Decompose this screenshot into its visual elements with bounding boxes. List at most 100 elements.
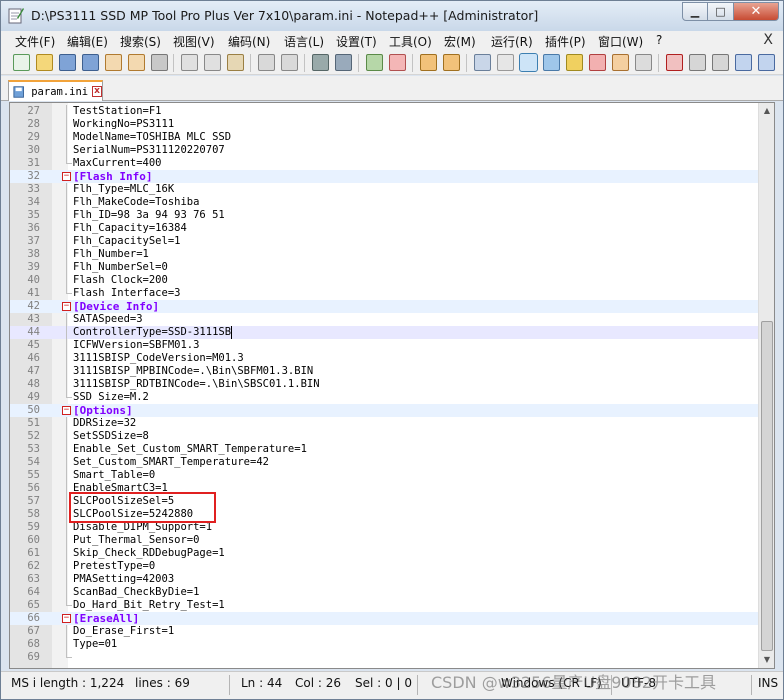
- sync-horizontal-icon[interactable]: [443, 54, 460, 71]
- close-file-icon[interactable]: [105, 54, 122, 71]
- paste-icon[interactable]: [227, 54, 244, 71]
- save-icon[interactable]: [59, 54, 76, 71]
- code-line[interactable]: 28 WorkingNo=PS3111: [10, 118, 760, 131]
- code-line[interactable]: 60 Put_Thermal_Sensor=0: [10, 534, 760, 547]
- code-line[interactable]: 27 TestStation=F1: [10, 105, 760, 118]
- code-line[interactable]: 53 Enable_Set_Custom_SMART_Temperature=1: [10, 443, 760, 456]
- play-macro-icon[interactable]: [712, 54, 729, 71]
- show-all-chars-icon[interactable]: [497, 54, 514, 71]
- close-document-x[interactable]: X: [763, 32, 773, 48]
- fold-toggle-icon[interactable]: −: [62, 172, 71, 181]
- section-header-line[interactable]: 32 − [Flash Info]: [10, 170, 760, 183]
- word-wrap-icon[interactable]: [474, 54, 491, 71]
- menu-tools[interactable]: 工具(O): [389, 33, 432, 50]
- code-line[interactable]: 68 Type=01: [10, 638, 760, 651]
- redo-icon[interactable]: [281, 54, 298, 71]
- menu-window[interactable]: 窗口(W): [598, 33, 643, 50]
- status-insert-mode[interactable]: INS: [758, 676, 778, 690]
- undo-icon[interactable]: [258, 54, 275, 71]
- code-line[interactable]: 38 Flh_Number=1: [10, 248, 760, 261]
- user-lang-icon[interactable]: [543, 54, 560, 71]
- code-line[interactable]: 55 Smart_Table=0: [10, 469, 760, 482]
- save-macro-icon[interactable]: [758, 54, 775, 71]
- code-line[interactable]: 36 Flh_Capacity=16384: [10, 222, 760, 235]
- menu-file[interactable]: 文件(F): [15, 33, 55, 50]
- menu-run[interactable]: 运行(R): [491, 33, 533, 50]
- menu-macro[interactable]: 宏(M): [444, 33, 476, 50]
- replace-icon[interactable]: [335, 54, 352, 71]
- tab-param-ini[interactable]: param.ini x: [8, 80, 103, 101]
- cut-icon[interactable]: [181, 54, 198, 71]
- code-line[interactable]: 35 Flh_ID=98 3a 94 93 76 51: [10, 209, 760, 222]
- minimize-button[interactable]: ▁: [682, 2, 708, 21]
- close-window-button[interactable]: ✕: [734, 2, 779, 21]
- code-line[interactable]: 51 DDRSize=32: [10, 417, 760, 430]
- sync-vertical-icon[interactable]: [420, 54, 437, 71]
- stop-macro-icon[interactable]: [689, 54, 706, 71]
- code-line[interactable]: 47 3111SBISP_MPBINCode=.\Bin\SBFM01.3.BIN: [10, 365, 760, 378]
- menu-search[interactable]: 搜索(S): [120, 33, 161, 50]
- fold-toggle-icon[interactable]: −: [62, 614, 71, 623]
- vertical-scrollbar[interactable]: ▲ ▼: [758, 103, 774, 668]
- open-file-icon[interactable]: [36, 54, 53, 71]
- code-line[interactable]: 65 Do_Hard_Bit_Retry_Test=1: [10, 599, 760, 612]
- menu-view[interactable]: 视图(V): [173, 33, 215, 50]
- zoom-out-icon[interactable]: [389, 54, 406, 71]
- title-bar[interactable]: D:\PS3111 SSD MP Tool Pro Plus Ver 7x10\…: [1, 1, 783, 31]
- scroll-up-arrow-icon[interactable]: ▲: [759, 103, 774, 119]
- scroll-down-arrow-icon[interactable]: ▼: [759, 652, 774, 668]
- menu-edit[interactable]: 编辑(E): [67, 33, 108, 50]
- zoom-in-icon[interactable]: [366, 54, 383, 71]
- tab-close-icon[interactable]: x: [92, 86, 102, 97]
- save-all-icon[interactable]: [82, 54, 99, 71]
- doc-map-icon[interactable]: [566, 54, 583, 71]
- close-all-icon[interactable]: [128, 54, 145, 71]
- code-line[interactable]: 48 3111SBISP_RDTBINCode=.\Bin\SBSC01.1.BI…: [10, 378, 760, 391]
- code-line[interactable]: 37 Flh_CapacitySel=1: [10, 235, 760, 248]
- record-macro-icon[interactable]: [666, 54, 683, 71]
- scroll-thumb[interactable]: [761, 321, 773, 651]
- code-line[interactable]: 34 Flh_MakeCode=Toshiba: [10, 196, 760, 209]
- code-line[interactable]: 33 Flh_Type=MLC_16K: [10, 183, 760, 196]
- function-list-icon[interactable]: [589, 54, 606, 71]
- monitoring-icon[interactable]: [635, 54, 652, 71]
- code-line[interactable]: 61 Skip_Check_RDDebugPage=1: [10, 547, 760, 560]
- menu-plugins[interactable]: 插件(P): [545, 33, 586, 50]
- section-header-line[interactable]: 42 − [Device Info]: [10, 300, 760, 313]
- code-line[interactable]: 49 SSD Size=M.2: [10, 391, 760, 404]
- code-line[interactable]: 29 ModelName=TOSHIBA MLC SSD: [10, 131, 760, 144]
- menu-language[interactable]: 语言(L): [284, 33, 324, 50]
- menu-settings[interactable]: 设置(T): [336, 33, 377, 50]
- menu-help[interactable]: ?: [656, 33, 662, 47]
- code-line[interactable]: 69: [10, 651, 760, 664]
- code-line[interactable]: 39 Flh_NumberSel=0: [10, 261, 760, 274]
- code-line[interactable]: 63 PMASetting=42003: [10, 573, 760, 586]
- code-line[interactable]: 45 ICFWVersion=SBFM01.3: [10, 339, 760, 352]
- code-line[interactable]: 30 SerialNum=PS311120220707: [10, 144, 760, 157]
- code-line[interactable]: 67 Do_Erase_First=1: [10, 625, 760, 638]
- run-macro-multiple-icon[interactable]: [735, 54, 752, 71]
- code-line[interactable]: 41 Flash Interface=3: [10, 287, 760, 300]
- code-line[interactable]: 44 ControllerType=SSD-3111SB: [10, 326, 760, 339]
- folder-workspace-icon[interactable]: [612, 54, 629, 71]
- copy-icon[interactable]: [204, 54, 221, 71]
- new-file-icon[interactable]: [13, 54, 30, 71]
- fold-toggle-icon[interactable]: −: [62, 302, 71, 311]
- section-header-line[interactable]: 50 − [Options]: [10, 404, 760, 417]
- code-line[interactable]: 52 SetSSDSize=8: [10, 430, 760, 443]
- code-line[interactable]: 31 MaxCurrent=400: [10, 157, 760, 170]
- code-line[interactable]: 62 PretestType=0: [10, 560, 760, 573]
- fold-toggle-icon[interactable]: −: [62, 406, 71, 415]
- print-icon[interactable]: [151, 54, 168, 71]
- code-line[interactable]: 64 ScanBad_CheckByDie=1: [10, 586, 760, 599]
- code-line[interactable]: 43 SATASpeed=3: [10, 313, 760, 326]
- text-editor[interactable]: 27 TestStation=F1 28 WorkingNo=PS3111 29 Mode…: [9, 102, 775, 669]
- code-line[interactable]: 40 Flash Clock=200: [10, 274, 760, 287]
- find-icon[interactable]: [312, 54, 329, 71]
- indent-guide-icon[interactable]: [519, 53, 538, 72]
- code-line[interactable]: 54 Set_Custom_SMART_Temperature=42: [10, 456, 760, 469]
- menu-encoding[interactable]: 编码(N): [228, 33, 270, 50]
- maximize-button[interactable]: □: [708, 2, 734, 21]
- section-header-line[interactable]: 66 − [EraseAll]: [10, 612, 760, 625]
- code-line[interactable]: 46 3111SBISP_CodeVersion=M01.3: [10, 352, 760, 365]
